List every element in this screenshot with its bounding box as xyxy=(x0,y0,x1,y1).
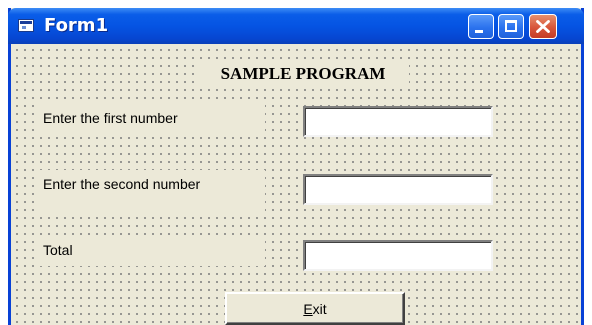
first-number-input[interactable] xyxy=(303,106,493,137)
page-title: SAMPLE PROGRAM xyxy=(197,62,409,86)
total-label: Total xyxy=(39,236,265,266)
second-number-input[interactable] xyxy=(303,174,493,205)
minimize-icon xyxy=(475,30,483,33)
first-number-label: Enter the first number xyxy=(39,104,265,134)
exit-button-label: xit xyxy=(312,300,327,317)
maximize-icon xyxy=(505,20,517,32)
form-client-area: SAMPLE PROGRAM Enter the first number En… xyxy=(11,44,581,325)
exit-button[interactable]: Exit xyxy=(225,292,405,325)
maximize-button[interactable] xyxy=(498,14,524,39)
window-title: Form1 xyxy=(44,15,109,36)
second-number-label: Enter the second number xyxy=(39,170,265,214)
title-bar[interactable]: Form1 xyxy=(8,8,584,44)
exit-button-access-key: E xyxy=(303,300,313,317)
close-button[interactable] xyxy=(529,14,557,39)
close-icon xyxy=(536,20,550,33)
minimize-button[interactable] xyxy=(468,14,494,39)
form1-window: Form1 SAMPLE PROGRAM Enter the first num… xyxy=(8,8,584,325)
total-output-field[interactable] xyxy=(303,240,493,271)
form-app-icon[interactable] xyxy=(18,19,34,32)
